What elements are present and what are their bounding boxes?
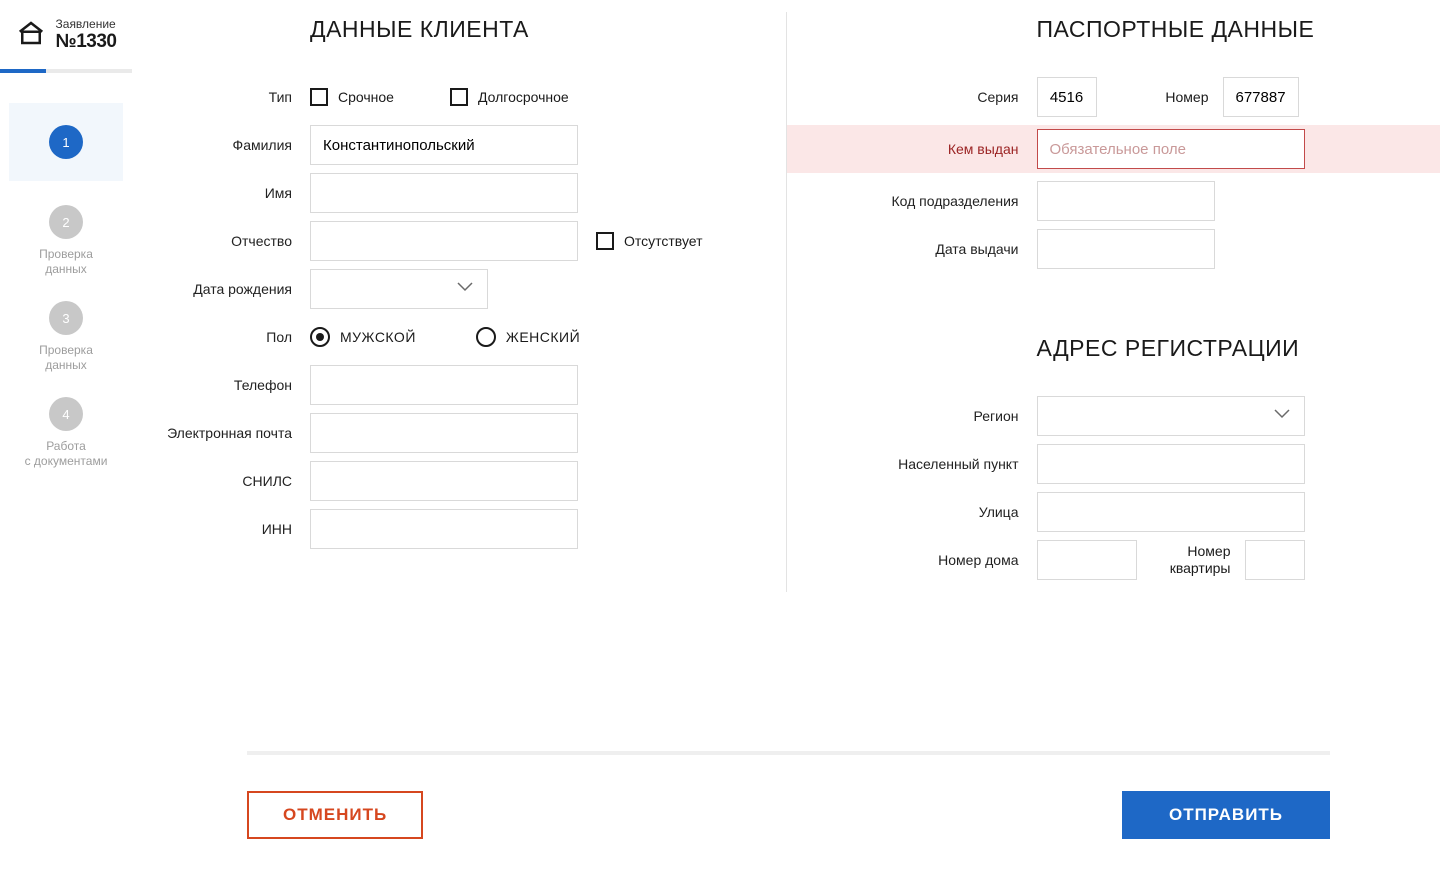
series-input[interactable]	[1037, 77, 1097, 117]
inn-label: ИНН	[162, 521, 310, 537]
client-section-title: ДАННЫЕ КЛИЕНТА	[162, 16, 726, 43]
footer-divider	[247, 751, 1330, 755]
sidebar: Заявление №1330 1 2 Проверка данных 3 Пр…	[0, 0, 132, 879]
division-code-input[interactable]	[1037, 181, 1215, 221]
firstname-input[interactable]	[310, 173, 578, 213]
locality-label: Населенный пункт	[817, 456, 1037, 472]
apartment-label: Номер квартиры	[1137, 543, 1245, 577]
locality-input[interactable]	[1037, 444, 1305, 484]
birthdate-label: Дата рождения	[162, 281, 310, 297]
firstname-label: Имя	[162, 185, 310, 201]
phone-label: Телефон	[162, 377, 310, 393]
submit-button[interactable]: ОТПРАВИТЬ	[1122, 791, 1330, 839]
app-header: Заявление №1330	[0, 18, 132, 69]
urgent-checkbox[interactable]: Срочное	[310, 88, 394, 106]
snils-label: СНИЛС	[162, 473, 310, 489]
cancel-button[interactable]: ОТМЕНИТЬ	[247, 791, 423, 839]
longterm-checkbox[interactable]: Долгосрочное	[450, 88, 569, 106]
house-input[interactable]	[1037, 540, 1137, 580]
issued-by-label: Кем выдан	[787, 141, 1037, 157]
patronymic-input[interactable]	[310, 221, 578, 261]
female-radio[interactable]: ЖЕНСКИЙ	[476, 327, 580, 347]
male-radio[interactable]: МУЖСКОЙ	[310, 327, 416, 347]
phone-input[interactable]	[310, 365, 578, 405]
email-label: Электронная почта	[162, 425, 310, 441]
email-input[interactable]	[310, 413, 578, 453]
type-label: Тип	[162, 89, 310, 105]
lastname-input[interactable]	[310, 125, 578, 165]
street-input[interactable]	[1037, 492, 1305, 532]
snils-input[interactable]	[310, 461, 578, 501]
step-2[interactable]: 2 Проверка данных	[39, 205, 93, 277]
lastname-label: Фамилия	[162, 137, 310, 153]
progress-bar	[0, 69, 132, 73]
step-1[interactable]: 1	[9, 103, 123, 181]
house-label: Номер дома	[817, 552, 1037, 568]
street-label: Улица	[817, 504, 1037, 520]
inn-input[interactable]	[310, 509, 578, 549]
home-icon[interactable]	[16, 18, 46, 53]
division-code-label: Код подразделения	[817, 193, 1037, 209]
step-3[interactable]: 3 Проверка данных	[39, 301, 93, 373]
patronymic-label: Отчество	[162, 233, 310, 249]
issue-date-label: Дата выдачи	[817, 241, 1037, 257]
address-section-title: АДРЕС РЕГИСТРАЦИИ	[817, 335, 1381, 362]
app-subtitle: Заявление	[56, 18, 117, 31]
issue-date-input[interactable]	[1037, 229, 1215, 269]
absent-checkbox[interactable]: Отсутствует	[596, 232, 703, 250]
app-title: №1330	[56, 32, 117, 53]
region-select[interactable]	[1037, 396, 1305, 436]
series-label: Серия	[817, 89, 1037, 105]
passport-section-title: ПАСПОРТНЫЕ ДАННЫЕ	[817, 16, 1381, 43]
gender-label: Пол	[162, 329, 310, 345]
number-label: Номер	[1097, 89, 1223, 106]
footer: ОТМЕНИТЬ ОТПРАВИТЬ	[132, 751, 1440, 879]
region-label: Регион	[817, 408, 1037, 424]
birthdate-select[interactable]	[310, 269, 488, 309]
step-4[interactable]: 4 Работа с документами	[25, 397, 108, 469]
apartment-input[interactable]	[1245, 540, 1305, 580]
number-input[interactable]	[1223, 77, 1299, 117]
issued-by-input[interactable]	[1037, 129, 1305, 169]
